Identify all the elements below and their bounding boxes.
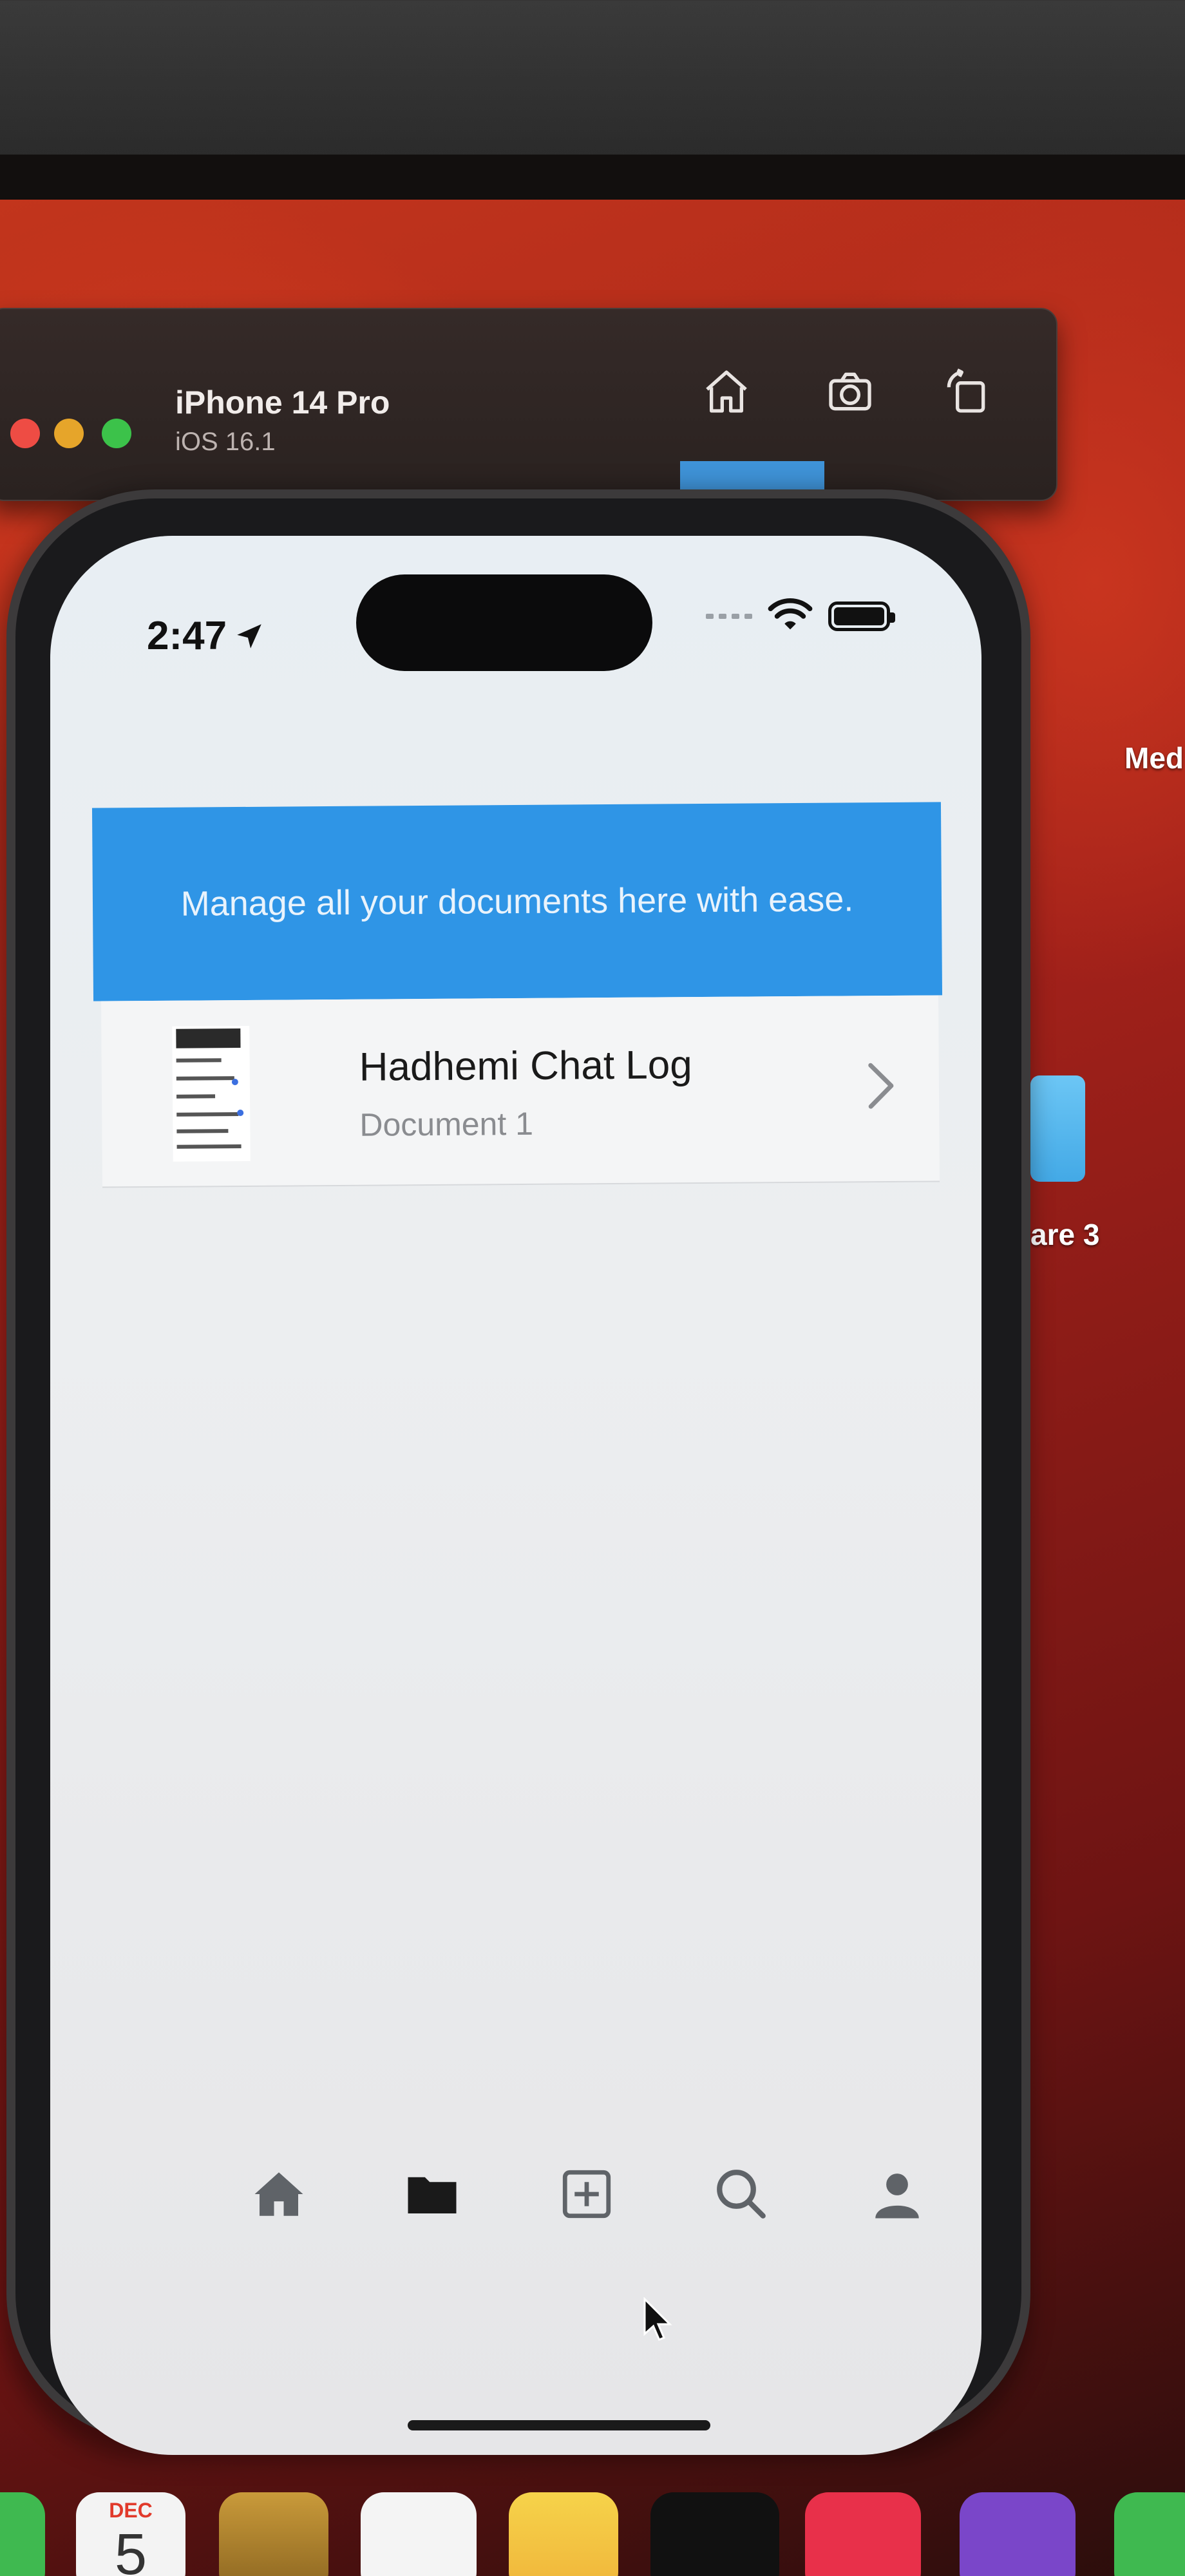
phone-screen: 2:47 Manage all your documents here with… bbox=[50, 536, 981, 2455]
home-icon bbox=[254, 2172, 303, 2216]
calendar-day: 5 bbox=[114, 2523, 147, 2576]
dock-tv-icon[interactable] bbox=[650, 2492, 779, 2576]
dock-calendar-icon[interactable]: DEC 5 bbox=[76, 2492, 185, 2576]
tab-documents[interactable] bbox=[397, 2159, 468, 2230]
simulator-titlebar[interactable] bbox=[0, 308, 1057, 501]
simulator-os-version: iOS 16.1 bbox=[175, 428, 276, 456]
desktop-folder-icon[interactable] bbox=[1030, 1075, 1085, 1182]
document-subtitle: Document 1 bbox=[359, 1105, 534, 1143]
dock-music-icon[interactable] bbox=[805, 2492, 921, 2576]
calendar-month: DEC bbox=[109, 2499, 153, 2522]
simulator-device-name: iPhone 14 Pro bbox=[175, 384, 390, 421]
chevron-right-icon bbox=[868, 1063, 894, 1109]
tab-profile[interactable] bbox=[862, 2159, 933, 2230]
rotate-icon bbox=[947, 368, 985, 413]
info-banner: Manage all your documents here with ease… bbox=[91, 802, 943, 1001]
dock-podcasts-icon[interactable] bbox=[960, 2492, 1076, 2576]
zoom-window-button[interactable] bbox=[102, 419, 131, 448]
tab-bar bbox=[89, 2133, 952, 2262]
simulator-home-button[interactable] bbox=[696, 361, 757, 422]
desktop-item-label: Med bbox=[1124, 741, 1184, 775]
close-window-button[interactable] bbox=[10, 419, 40, 448]
battery-icon bbox=[828, 601, 895, 631]
dock-notes-icon[interactable] bbox=[509, 2492, 618, 2576]
monitor-bezel bbox=[0, 155, 1185, 200]
tab-search[interactable] bbox=[706, 2159, 777, 2230]
status-time: 2:47 bbox=[147, 613, 265, 659]
tab-add[interactable] bbox=[551, 2159, 622, 2230]
person-icon bbox=[875, 2174, 919, 2219]
status-time-text: 2:47 bbox=[147, 614, 227, 658]
mouse-cursor-icon bbox=[643, 2297, 672, 2341]
dock-app-icon[interactable] bbox=[219, 2492, 328, 2576]
home-indicator[interactable] bbox=[408, 2420, 710, 2430]
document-title: Hadhemi Chat Log bbox=[359, 1043, 692, 1090]
simulator-screenshot-button[interactable] bbox=[819, 361, 881, 422]
signal-dots-icon bbox=[706, 613, 752, 619]
minimize-window-button[interactable] bbox=[54, 419, 84, 448]
dynamic-island bbox=[356, 574, 652, 671]
folder-icon bbox=[408, 2177, 457, 2213]
location-arrow-icon bbox=[237, 623, 261, 649]
wifi-icon bbox=[768, 595, 813, 637]
document-row[interactable]: Hadhemi Chat Log Document 1 bbox=[101, 995, 940, 1188]
desktop-folder-label: are 3 bbox=[1030, 1218, 1100, 1251]
document-thumbnail bbox=[172, 1025, 251, 1162]
dock-app-icon-2[interactable] bbox=[1114, 2492, 1185, 2576]
search-icon bbox=[717, 2170, 766, 2219]
dock-facetime-icon[interactable] bbox=[0, 2492, 45, 2576]
plus-square-icon bbox=[562, 2170, 611, 2219]
camera-icon bbox=[829, 372, 871, 411]
home-icon bbox=[706, 370, 747, 413]
banner-text: Manage all your documents here with ease… bbox=[180, 880, 854, 923]
status-indicators bbox=[706, 595, 895, 637]
simulator-rotate-button[interactable] bbox=[935, 361, 997, 422]
dock-reminders-icon[interactable] bbox=[361, 2492, 477, 2576]
tab-home[interactable] bbox=[243, 2159, 314, 2230]
